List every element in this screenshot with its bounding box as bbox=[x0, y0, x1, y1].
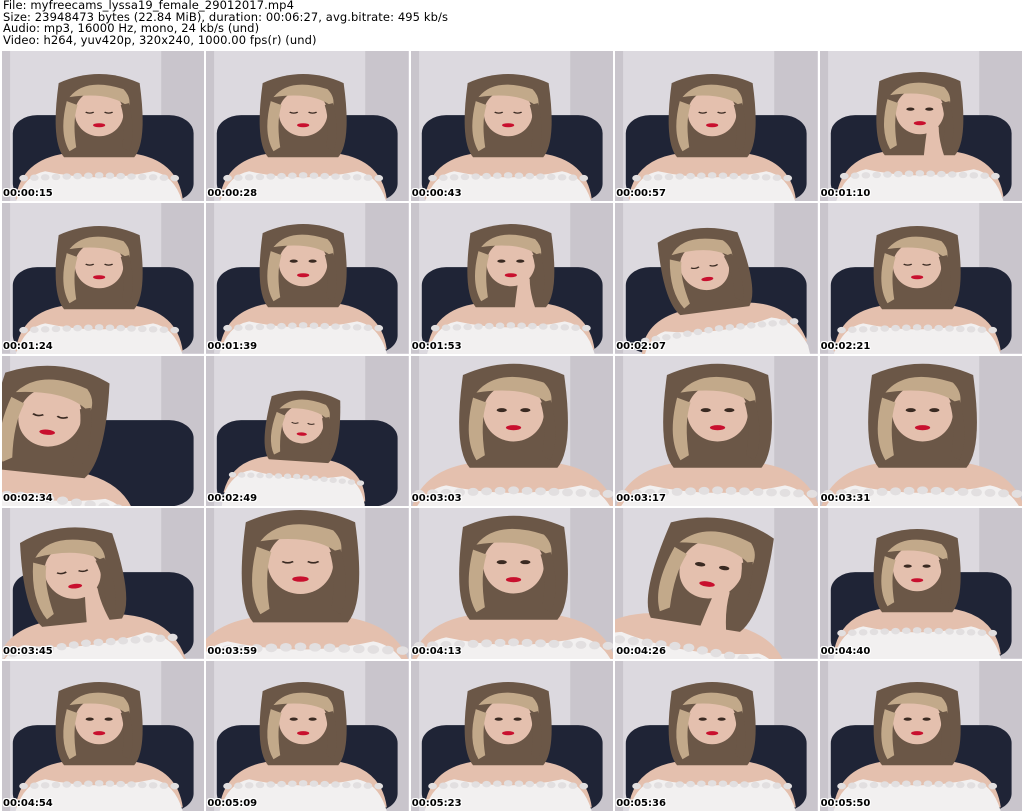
thumbnail-frame: 00:05:36 bbox=[615, 660, 818, 811]
frame-image bbox=[2, 355, 205, 507]
thumbnail-frame: 00:01:24 bbox=[2, 203, 205, 354]
frame-image bbox=[206, 660, 409, 811]
frame-image bbox=[819, 51, 1022, 202]
thumbnail-frame: 00:01:53 bbox=[410, 203, 614, 354]
frame-image bbox=[615, 660, 818, 811]
thumbnail-frame: 00:03:59 bbox=[206, 508, 409, 659]
timestamp-label: 00:04:40 bbox=[820, 645, 871, 657]
timestamp-label: 00:03:59 bbox=[207, 645, 258, 657]
thumbnail-frame: 00:03:31 bbox=[819, 355, 1022, 507]
thumbnail-frame: 00:00:28 bbox=[206, 51, 409, 202]
frame-image bbox=[206, 203, 409, 354]
thumbnail-frame: 00:02:49 bbox=[206, 355, 409, 507]
thumbnail-frame: 00:02:21 bbox=[819, 203, 1022, 354]
timestamp-label: 00:03:03 bbox=[411, 493, 462, 505]
thumbnail-frame: 00:00:15 bbox=[2, 51, 205, 202]
thumbnail-frame: 00:02:34 bbox=[2, 355, 205, 507]
timestamp-label: 00:03:31 bbox=[820, 493, 871, 505]
frame-image bbox=[410, 355, 614, 507]
timestamp-label: 00:01:10 bbox=[820, 188, 871, 200]
frame-image bbox=[2, 660, 205, 811]
thumbnail-frame: 00:04:54 bbox=[2, 660, 205, 811]
frame-image bbox=[615, 508, 818, 659]
timestamp-label: 00:01:39 bbox=[207, 340, 258, 352]
timestamp-label: 00:05:36 bbox=[616, 797, 666, 809]
frame-image bbox=[615, 51, 818, 202]
thumbnail-frame: 00:03:45 bbox=[2, 508, 205, 659]
frame-image bbox=[819, 203, 1022, 354]
thumbnail-frame: 00:01:10 bbox=[819, 51, 1022, 202]
timestamp-label: 00:01:24 bbox=[3, 340, 53, 352]
timestamp-label: 00:03:45 bbox=[3, 645, 53, 657]
frame-image bbox=[410, 508, 614, 659]
thumbnail-frame: 00:05:23 bbox=[410, 660, 614, 811]
thumbnail-frame: 00:05:50 bbox=[819, 660, 1022, 811]
thumbnail-frame: 00:00:57 bbox=[615, 51, 818, 202]
frame-image bbox=[410, 51, 614, 202]
timestamp-label: 00:03:17 bbox=[616, 493, 666, 505]
frame-image bbox=[206, 355, 409, 507]
thumbnail-frame: 00:03:17 bbox=[615, 355, 818, 507]
frame-image bbox=[615, 355, 818, 507]
frame-image bbox=[819, 508, 1022, 659]
timestamp-label: 00:04:54 bbox=[3, 797, 53, 809]
timestamp-label: 00:01:53 bbox=[411, 340, 462, 352]
frame-image bbox=[2, 508, 205, 659]
thumbnail-frame: 00:03:03 bbox=[410, 355, 614, 507]
thumbnail-frame: 00:00:43 bbox=[410, 51, 614, 202]
timestamp-label: 00:02:49 bbox=[207, 493, 258, 505]
frame-image bbox=[206, 51, 409, 202]
video-info-line: Video: h264, yuv420p, 320x240, 1000.00 f… bbox=[3, 32, 317, 47]
timestamp-label: 00:04:26 bbox=[616, 645, 666, 657]
thumbnail-frame: 00:05:09 bbox=[206, 660, 409, 811]
frame-image bbox=[2, 203, 205, 354]
timestamp-label: 00:00:57 bbox=[616, 188, 666, 200]
timestamp-label: 00:02:07 bbox=[616, 340, 666, 352]
timestamp-label: 00:02:34 bbox=[3, 493, 53, 505]
timestamp-label: 00:05:50 bbox=[820, 797, 871, 809]
file-info-header: File: myfreecams_lyssa19_female_29012017… bbox=[0, 0, 1024, 50]
frame-image bbox=[819, 660, 1022, 811]
frame-image bbox=[615, 203, 818, 354]
thumbnail-frame: 00:01:39 bbox=[206, 203, 409, 354]
timestamp-label: 00:00:43 bbox=[411, 188, 462, 200]
timestamp-label: 00:05:23 bbox=[411, 797, 462, 809]
frame-image bbox=[2, 51, 205, 202]
thumbnail-grid: 00:00:15 00:00:28 00:00:43 00:00:57 00:01:10… bbox=[2, 51, 1022, 811]
timestamp-label: 00:00:15 bbox=[3, 188, 53, 200]
timestamp-label: 00:02:21 bbox=[820, 340, 871, 352]
frame-image bbox=[206, 508, 409, 659]
thumbnail-frame: 00:02:07 bbox=[615, 203, 818, 354]
thumbnail-frame: 00:04:13 bbox=[410, 508, 614, 659]
frame-image bbox=[819, 355, 1022, 507]
timestamp-label: 00:04:13 bbox=[411, 645, 462, 657]
thumbnail-frame: 00:04:40 bbox=[819, 508, 1022, 659]
timestamp-label: 00:00:28 bbox=[207, 188, 258, 200]
timestamp-label: 00:05:09 bbox=[207, 797, 258, 809]
frame-image bbox=[410, 660, 614, 811]
thumbnail-frame: 00:04:26 bbox=[615, 508, 818, 659]
frame-image bbox=[410, 203, 614, 354]
